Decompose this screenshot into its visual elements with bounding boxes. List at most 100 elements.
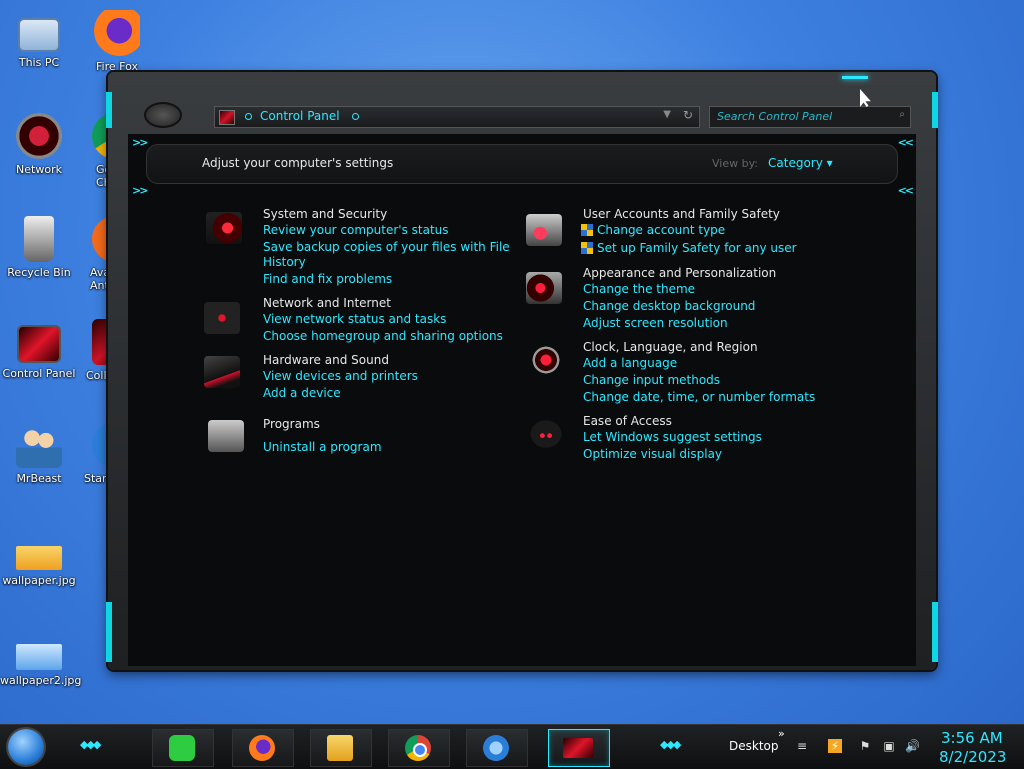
link-save-backup-cont[interactable]: History	[263, 254, 306, 270]
desktop-icon-network[interactable]: Network	[0, 113, 78, 176]
volume-icon[interactable]: 🔊	[905, 739, 920, 753]
category-title-ease[interactable]: Ease of Access	[583, 414, 672, 428]
control-panel-icon	[17, 325, 61, 363]
programs-icon[interactable]	[208, 420, 244, 452]
desktop-icon-avast[interactable]: Avas Ant	[82, 216, 108, 292]
clock-date[interactable]: 8/2/2023	[939, 748, 1006, 766]
search-input[interactable]	[715, 109, 889, 124]
link-date-formats[interactable]: Change date, time, or number formats	[583, 389, 815, 405]
clock-region-icon[interactable]	[528, 344, 564, 376]
toolbar-chevron-icon[interactable]: »	[778, 727, 785, 740]
search-icon[interactable]: ⌕	[899, 109, 905, 120]
desktop-icon-start[interactable]: Start	[82, 422, 108, 485]
category-title-clock[interactable]: Clock, Language, and Region	[583, 340, 758, 354]
users-icon	[16, 422, 62, 468]
address-bar[interactable]: Control Panel ▼ ↻	[214, 106, 700, 128]
folder-icon	[327, 735, 353, 761]
link-find-fix[interactable]: Find and fix problems	[263, 271, 392, 287]
link-add-language[interactable]: Add a language	[583, 355, 677, 371]
category-title-programs[interactable]: Programs	[263, 417, 320, 431]
link-add-device[interactable]: Add a device	[263, 385, 341, 401]
start-orb-icon	[92, 422, 108, 468]
link-input-methods[interactable]: Change input methods	[583, 372, 720, 388]
clock-time[interactable]: 3:56 AM	[941, 729, 1003, 747]
content-pane: >> << >> << Adjust your computer's setti…	[128, 134, 916, 666]
back-forward-button[interactable]	[144, 102, 182, 128]
desktop-icon-label: Avas Ant	[90, 266, 108, 292]
taskbar-chrome[interactable]	[388, 729, 450, 767]
category-title-system-security[interactable]: System and Security	[263, 207, 387, 221]
taskbar-spotify[interactable]	[152, 729, 214, 767]
taskbar: ◆◆◆ ◆◆◆ Desktop » ≡ ⚡ ⚑ ▣ 🔊 3:56 AM 8/2/…	[0, 724, 1024, 769]
desktop-icon-label: Collab	[86, 369, 108, 382]
page-title: Adjust your computer's settings	[202, 156, 394, 170]
view-by-label: View by:	[712, 157, 758, 170]
link-screen-resolution[interactable]: Adjust screen resolution	[583, 315, 728, 331]
refresh-icon[interactable]: ↻	[683, 108, 693, 122]
link-optimize-display[interactable]: Optimize visual display	[583, 446, 722, 462]
desktop-icon-control-panel[interactable]: Control Panel	[0, 319, 78, 380]
desktop-icon-this-pc[interactable]: This PC	[0, 10, 78, 69]
category-title-network[interactable]: Network and Internet	[263, 296, 391, 310]
appearance-icon[interactable]	[526, 272, 562, 304]
desktop-icon-label: MrBeast	[16, 472, 62, 485]
action-center-flag-icon[interactable]: ⚑	[858, 739, 872, 753]
link-change-theme[interactable]: Change the theme	[583, 281, 695, 297]
desktop-toolbar-label[interactable]: Desktop	[729, 739, 779, 753]
breadcrumb-control-panel[interactable]: Control Panel	[260, 109, 340, 123]
link-save-backup[interactable]: Save backup copies of your files with Fi…	[263, 239, 510, 255]
arrow-decoration-icon: ◆◆◆	[660, 738, 681, 751]
category-title-users[interactable]: User Accounts and Family Safety	[583, 207, 780, 221]
frame-accent	[106, 602, 112, 662]
link-network-status[interactable]: View network status and tasks	[263, 311, 446, 327]
network-tray-icon[interactable]: ▣	[882, 739, 896, 753]
avast-icon	[92, 216, 108, 262]
link-devices-printers[interactable]: View devices and printers	[263, 368, 418, 384]
desktop-icon-wallpaper2[interactable]: wallpaper2.jpg	[0, 630, 81, 687]
desktop-icon-label: This PC	[18, 56, 60, 69]
app-tray-icon[interactable]: ⚡	[828, 739, 842, 753]
link-homegroup[interactable]: Choose homegroup and sharing options	[263, 328, 503, 344]
desktop-icon-collab[interactable]: Collab	[82, 319, 108, 382]
desktop-icon-google-chrome[interactable]: Go Chr	[82, 113, 108, 189]
chevron-down-icon[interactable]: ▼	[663, 109, 671, 120]
desktop-icon-wallpaper[interactable]: wallpaper.jpg	[0, 530, 78, 587]
start-button[interactable]	[8, 729, 44, 765]
desktop-icon-label: Network	[16, 163, 62, 176]
arrow-decoration-icon: >>	[132, 184, 149, 197]
system-security-icon[interactable]	[206, 212, 242, 244]
ease-of-access-icon[interactable]	[528, 418, 564, 450]
view-by-dropdown[interactable]: Category ▾	[768, 156, 833, 170]
image-file-icon	[16, 644, 62, 670]
taskbar-internet-explorer[interactable]	[466, 729, 528, 767]
link-change-account-type[interactable]: Change account type	[581, 222, 725, 238]
link-review-status[interactable]: Review your computer's status	[263, 222, 449, 238]
link-label: Set up Family Safety for any user	[597, 241, 797, 255]
control-panel-window[interactable]: Control Panel ▼ ↻ ⌕ >> << >> << Adjust y…	[106, 72, 938, 670]
category-title-hardware[interactable]: Hardware and Sound	[263, 353, 389, 367]
arrow-decoration-icon: <<	[897, 184, 915, 197]
hardware-sound-icon[interactable]	[204, 356, 240, 388]
uac-shield-icon	[581, 242, 593, 254]
desktop-icon-firefox[interactable]: Fire Fox	[78, 10, 156, 73]
link-family-safety[interactable]: Set up Family Safety for any user	[581, 240, 797, 256]
link-suggest-settings[interactable]: Let Windows suggest settings	[583, 429, 762, 445]
taskbar-firefox[interactable]	[232, 729, 294, 767]
link-desktop-background[interactable]: Change desktop background	[583, 298, 755, 314]
category-title-appearance[interactable]: Appearance and Personalization	[583, 266, 776, 280]
desktop-icon-label: Start	[84, 472, 108, 485]
search-box[interactable]: ⌕	[709, 106, 911, 128]
spotify-icon	[169, 735, 195, 761]
breadcrumb-separator[interactable]	[352, 113, 359, 120]
desktop-icon-mrbeast[interactable]: MrBeast	[0, 422, 78, 485]
network-internet-icon[interactable]	[204, 302, 240, 334]
control-panel-icon	[219, 110, 235, 125]
link-uninstall[interactable]: Uninstall a program	[263, 439, 382, 455]
user-accounts-icon[interactable]	[526, 214, 562, 246]
taskbar-file-explorer[interactable]	[310, 729, 372, 767]
taskbar-control-panel[interactable]	[548, 729, 610, 767]
frame-accent	[106, 92, 112, 128]
recycle-bin-icon	[24, 216, 54, 262]
desktop-icon-recycle-bin[interactable]: Recycle Bin	[0, 216, 78, 279]
link-label: Change account type	[597, 223, 726, 237]
